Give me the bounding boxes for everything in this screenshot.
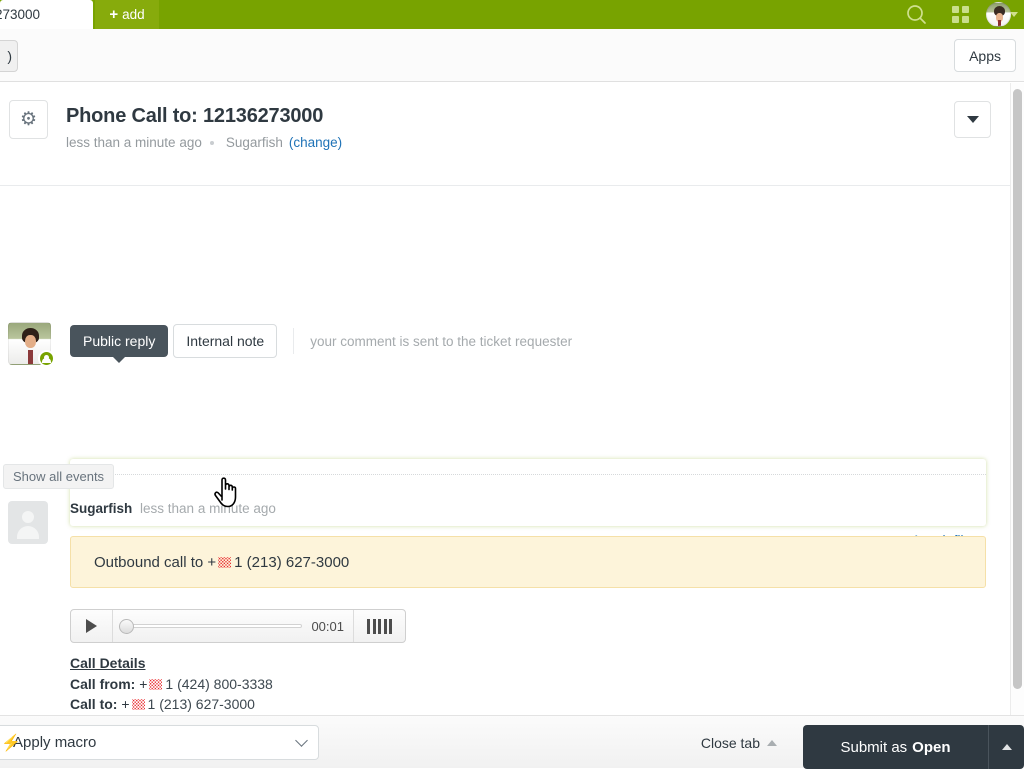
sidebar-toggle-button[interactable]: )	[0, 40, 18, 72]
apps-button-label: Apps	[969, 48, 1001, 64]
page-title: Phone Call to: 12136273000	[66, 105, 323, 128]
sidebar-toggle-label: )	[7, 48, 12, 64]
event-author: Sugarfish	[70, 501, 132, 516]
call-bubble-prefix: Outbound call to +	[94, 554, 216, 571]
country-flag-icon	[218, 557, 231, 568]
call-from-value: 1 (424) 800-3338	[165, 676, 272, 692]
gear-icon[interactable]: ⚙	[9, 100, 48, 139]
change-requester-link[interactable]: (change)	[289, 135, 342, 150]
call-to-label: Call to:	[70, 696, 117, 712]
ticket-header: ⚙ Phone Call to: 12136273000 less than a…	[0, 83, 1010, 186]
call-from-prefix: +	[139, 676, 147, 692]
caret-down-icon	[967, 116, 979, 123]
sub-header-bar: ) Apps	[0, 29, 1024, 82]
scrollbar-thumb[interactable]	[1013, 89, 1022, 689]
apply-macro-select[interactable]: ⚡ Apply macro	[0, 725, 319, 760]
search-icon[interactable]	[894, 0, 938, 29]
ticket-footer-bar: ⚡ Apply macro Close tab Submit as Open	[0, 715, 1024, 768]
separator-dot	[210, 141, 214, 145]
call-details: Call Details Call from: +1 (424) 800-333…	[70, 653, 326, 715]
tab-public-reply[interactable]: Public reply	[70, 325, 168, 357]
audio-progress-handle[interactable]	[119, 619, 134, 634]
ticket-options-dropdown[interactable]	[954, 101, 991, 138]
grid-apps-icon[interactable]	[938, 0, 982, 29]
tab-public-reply-label: Public reply	[83, 333, 155, 349]
apply-macro-label: Apply macro	[13, 734, 297, 751]
lightning-bolt-icon: ⚡	[1, 733, 21, 753]
audio-progress-bar	[122, 624, 302, 628]
add-tab-button[interactable]: + add	[95, 0, 159, 29]
events-divider: Show all events	[0, 464, 1010, 486]
composer-hint: your comment is sent to the ticket reque…	[310, 334, 572, 349]
apps-button[interactable]: Apps	[954, 39, 1016, 72]
ticket-requester: Sugarfish	[226, 135, 283, 150]
close-icon[interactable]: close-icon	[62, 7, 75, 20]
submit-prefix-label: Submit as	[840, 739, 907, 756]
vertical-scrollbar[interactable]	[1010, 83, 1024, 715]
chevron-down-icon	[295, 734, 308, 747]
event-timestamp: less than a minute ago	[140, 501, 276, 516]
submit-status-label: Open	[912, 739, 950, 756]
add-tab-label: add	[122, 7, 145, 22]
call-from-label: Call from:	[70, 676, 135, 692]
outbound-call-bubble: Outbound call to + 1 (213) 627-3000	[70, 536, 986, 588]
ticket-updated-time: less than a minute ago	[66, 135, 202, 150]
submit-button[interactable]: Submit as Open	[803, 725, 988, 769]
caret-up-icon	[1002, 744, 1012, 750]
audio-time-label: 00:01	[311, 619, 344, 634]
end-user-badge-icon	[38, 350, 55, 367]
close-tab-label: Close tab	[701, 735, 760, 751]
composer-channel-tabs: Public reply Internal note your comment …	[70, 324, 572, 358]
top-navigation-bar: 273000 close-icon + add	[0, 0, 1024, 29]
volume-bars-icon[interactable]	[353, 610, 405, 642]
submit-options-button[interactable]	[988, 725, 1024, 769]
country-flag-icon	[132, 699, 145, 710]
play-icon[interactable]	[71, 610, 113, 642]
topbar-actions	[894, 0, 1024, 29]
call-bubble-number: 1 (213) 627-3000	[234, 554, 349, 571]
chevron-down-icon[interactable]	[1010, 12, 1018, 17]
divider	[293, 328, 294, 354]
avatar[interactable]	[982, 0, 1014, 29]
plus-icon: +	[109, 7, 118, 22]
show-all-events-button[interactable]: Show all events	[3, 464, 114, 489]
event-meta: Sugarfish less than a minute ago	[70, 501, 276, 516]
call-details-title: Call Details	[70, 653, 326, 674]
tab-internal-note[interactable]: Internal note	[173, 324, 277, 358]
ticket-subtitle: less than a minute ago Sugarfish (change…	[66, 135, 342, 150]
divider-line	[108, 474, 986, 475]
ticket-tab[interactable]: 273000 close-icon	[0, 0, 93, 29]
audio-progress-slider[interactable]: 00:01	[113, 619, 353, 634]
call-to-prefix: +	[121, 696, 129, 712]
call-details-row: Call from: +1 (424) 800-3338	[70, 674, 326, 695]
tab-internal-note-label: Internal note	[186, 333, 264, 349]
call-details-row: Call to: +1 (213) 627-3000	[70, 694, 326, 715]
caret-up-icon	[767, 740, 777, 746]
requester-avatar	[8, 501, 48, 544]
country-flag-icon	[149, 679, 162, 690]
call-recording-player: 00:01	[70, 609, 406, 643]
ticket-tab-label: 273000	[0, 7, 40, 22]
call-to-value: 1 (213) 627-3000	[148, 696, 255, 712]
ticket-main-panel: ⚙ Phone Call to: 12136273000 less than a…	[0, 83, 1010, 715]
close-tab-button[interactable]: Close tab	[701, 735, 777, 751]
